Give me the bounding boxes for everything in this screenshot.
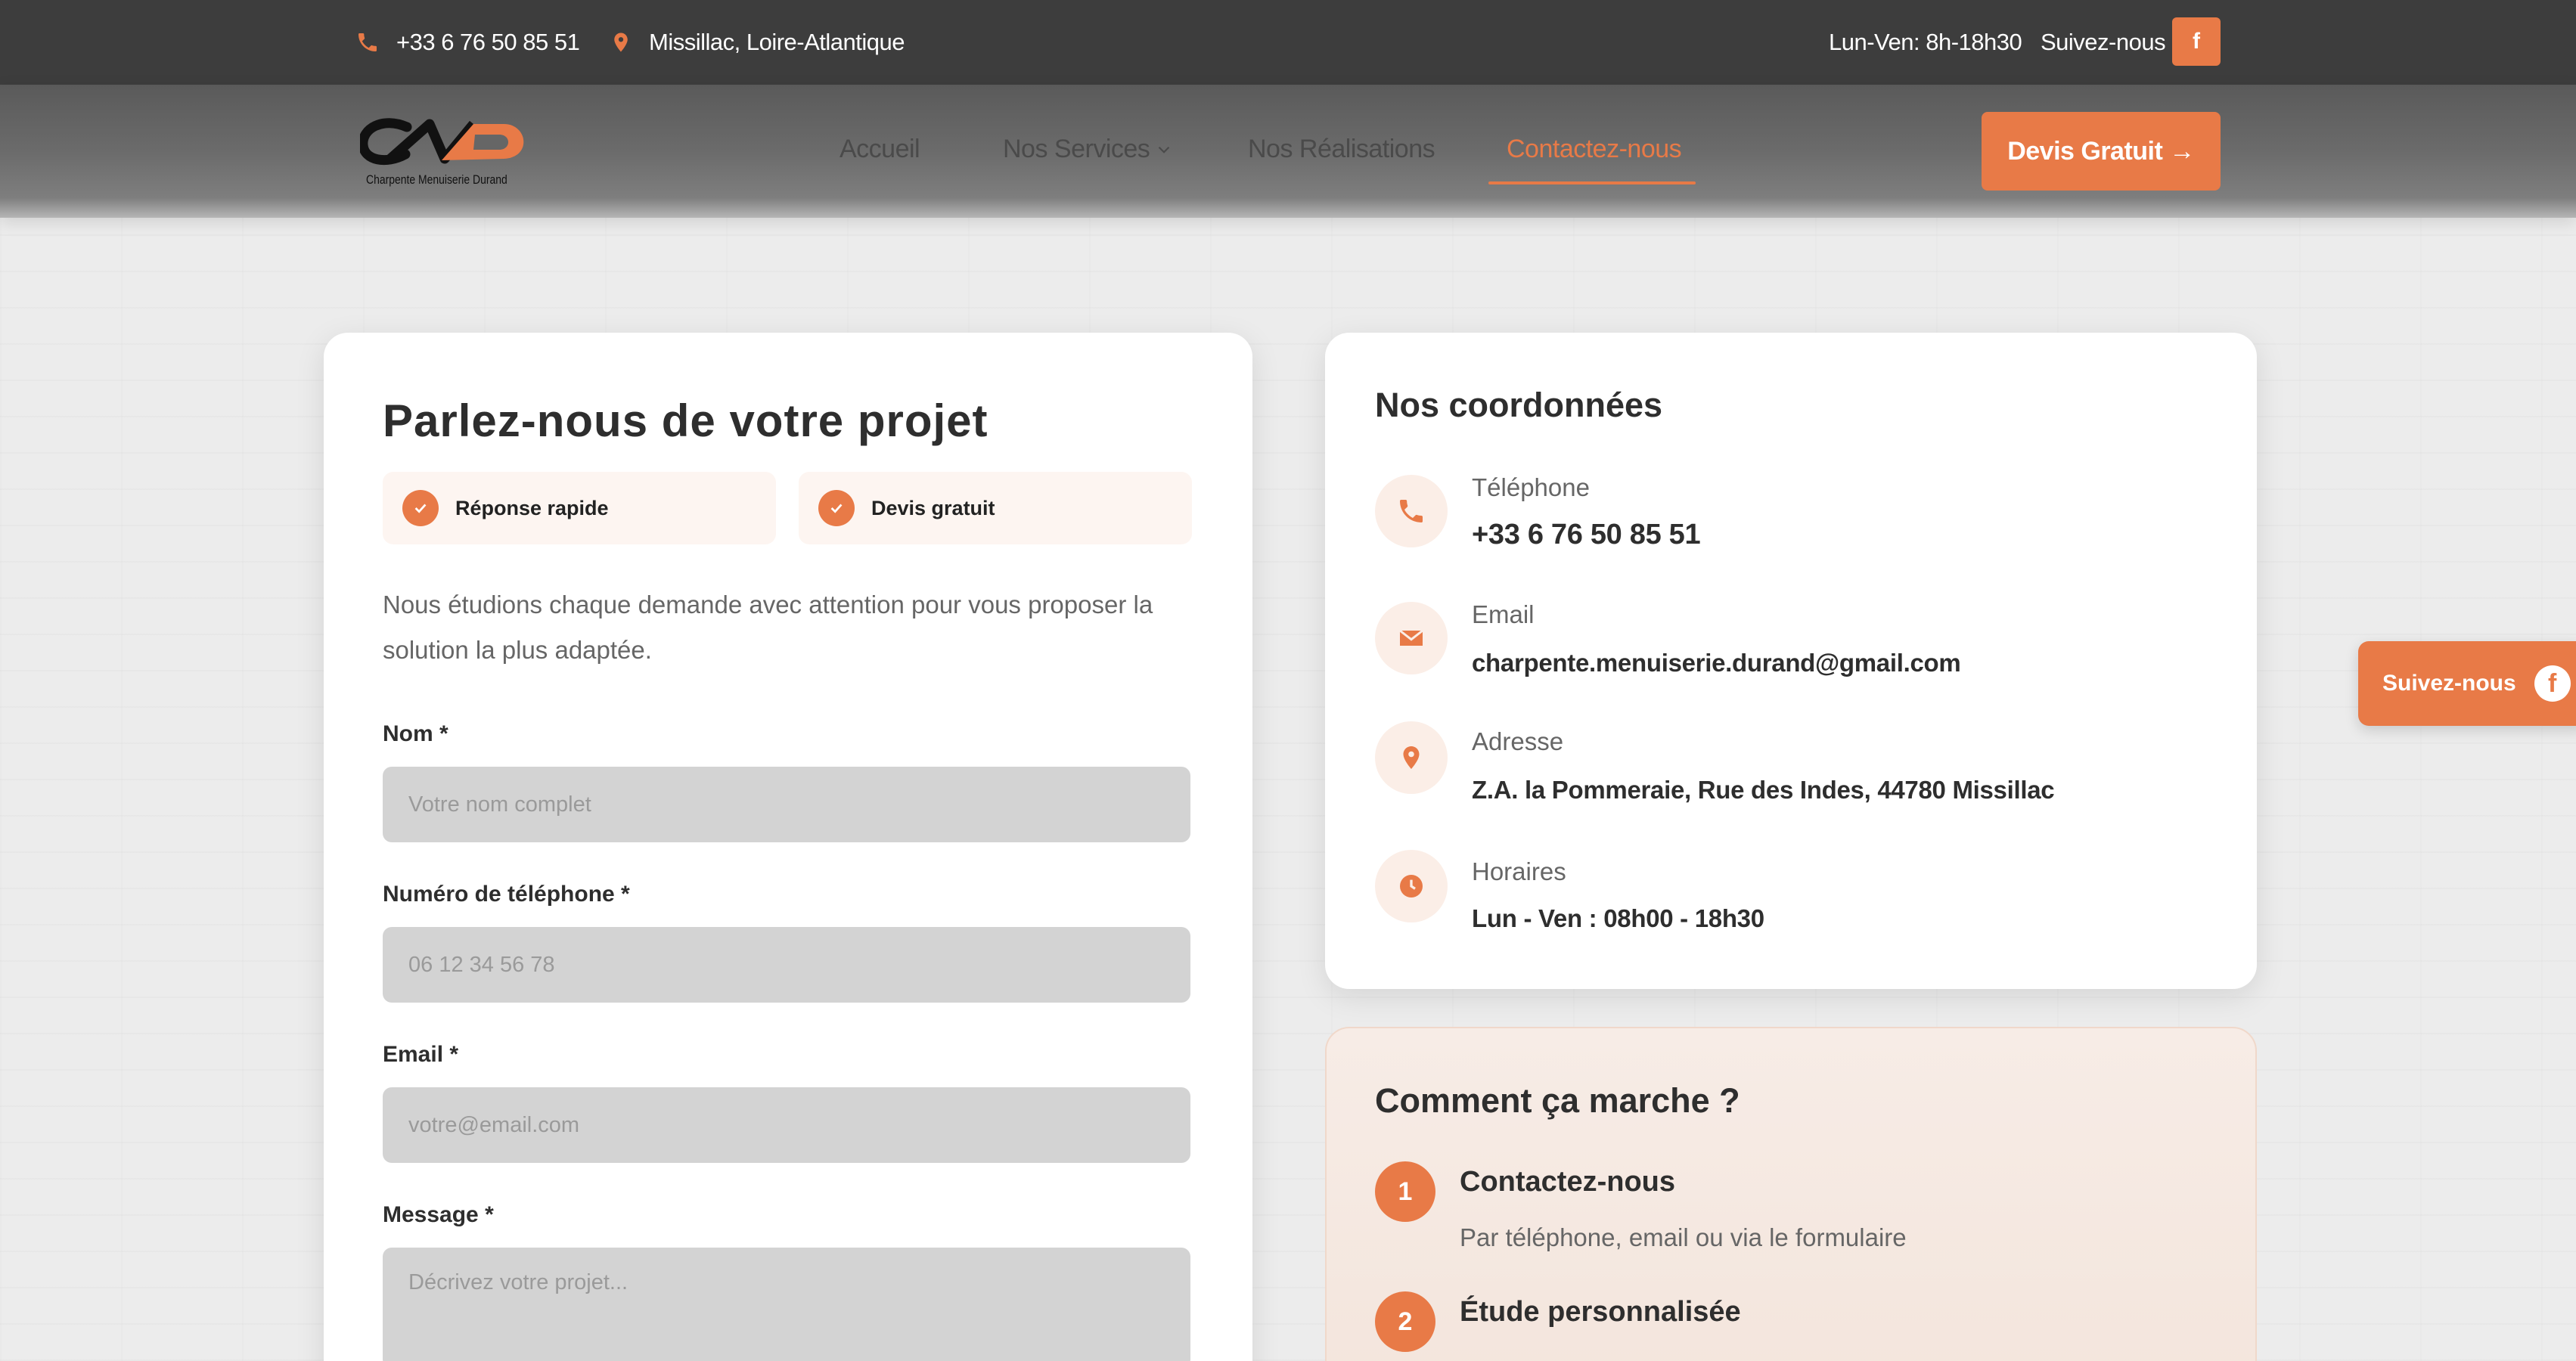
facebook-letter: f xyxy=(2548,668,2557,698)
coord-value-horaires: Lun - Ven : 08h00 - 18h30 xyxy=(1472,904,1764,932)
nav-link-services[interactable]: Nos Services xyxy=(1003,135,1174,164)
facebook-letter: f xyxy=(2193,29,2200,54)
coord-label-telephone: Téléphone xyxy=(1472,473,1590,501)
email-input[interactable] xyxy=(383,1087,1190,1163)
facebook-icon[interactable]: f xyxy=(2172,17,2221,66)
badge-label: Réponse rapide xyxy=(455,496,609,519)
floating-follow-label: Suivez-nous xyxy=(2382,671,2516,696)
step-title: Contactez-nous xyxy=(1460,1166,1675,1198)
top-info-bar: +33 6 76 50 85 51 Missillac, Loire-Atlan… xyxy=(0,0,2576,85)
floating-follow-button[interactable]: Suivez-nous f xyxy=(2358,641,2576,726)
how-it-works-title: Comment ça marche ? xyxy=(1375,1081,1740,1120)
envelope-icon xyxy=(1375,602,1448,674)
step-number: 2 xyxy=(1375,1291,1435,1352)
step-description: Par téléphone, email ou via le formulair… xyxy=(1460,1223,1907,1251)
nav-link-accueil[interactable]: Accueil xyxy=(840,135,920,164)
coordinates-title: Nos coordonnées xyxy=(1375,386,1663,424)
facebook-icon: f xyxy=(2534,665,2571,702)
nom-input[interactable] xyxy=(383,767,1190,842)
check-icon xyxy=(402,490,439,526)
coord-label-horaires: Horaires xyxy=(1472,857,1566,885)
topbar-follow-label: Suivez-nous xyxy=(2041,29,2166,55)
coord-value-email[interactable]: charpente.menuiserie.durand@gmail.com xyxy=(1472,649,1961,677)
badge-reponse-rapide: Réponse rapide xyxy=(383,472,776,544)
check-icon xyxy=(818,490,855,526)
active-nav-underline xyxy=(1488,181,1696,184)
coord-value-adresse: Z.A. la Pommeraie, Rue des Indes, 44780 … xyxy=(1472,776,2055,804)
logo-caption: Charpente Menuiserie Durand xyxy=(366,172,507,187)
chevron-down-icon xyxy=(1159,146,1170,153)
coord-value-telephone[interactable]: +33 6 76 50 85 51 xyxy=(1472,519,1701,551)
map-pin-icon xyxy=(614,33,628,52)
label-nom: Nom * xyxy=(383,721,448,746)
devis-gratuit-button[interactable]: Devis Gratuit → xyxy=(1982,112,2221,191)
map-pin-icon xyxy=(1375,721,1448,794)
nav-link-realisations[interactable]: Nos Réalisations xyxy=(1248,135,1435,164)
label-email: Email * xyxy=(383,1042,459,1067)
label-telephone: Numéro de téléphone * xyxy=(383,882,630,907)
topbar-phone[interactable]: +33 6 76 50 85 51 xyxy=(355,27,580,57)
message-textarea[interactable] xyxy=(383,1248,1190,1361)
topbar-hours: Lun-Ven: 8h-18h30 xyxy=(1829,29,2022,55)
topbar-location: Missillac, Loire-Atlantique xyxy=(610,27,905,57)
badge-label: Devis gratuit xyxy=(871,496,995,519)
form-intro: Nous étudions chaque demande avec attent… xyxy=(383,591,1153,664)
topbar-location-text: Missillac, Loire-Atlantique xyxy=(649,29,905,55)
nav-link-contact[interactable]: Contactez-nous xyxy=(1507,135,1682,164)
phone-icon xyxy=(358,33,377,51)
badge-devis-gratuit: Devis gratuit xyxy=(799,472,1192,544)
form-title: Parlez-nous de votre projet xyxy=(383,395,989,446)
step-title: Étude personnalisée xyxy=(1460,1296,1741,1328)
topbar-phone-text: +33 6 76 50 85 51 xyxy=(396,29,580,55)
phone-icon xyxy=(1375,475,1448,547)
coord-label-adresse: Adresse xyxy=(1472,727,1564,755)
coord-label-email: Email xyxy=(1472,600,1535,628)
label-message: Message * xyxy=(383,1202,494,1227)
clock-icon xyxy=(1375,850,1448,922)
step-number: 1 xyxy=(1375,1161,1435,1222)
nav-link-services-label: Nos Services xyxy=(1003,135,1150,163)
telephone-input[interactable] xyxy=(383,927,1190,1003)
